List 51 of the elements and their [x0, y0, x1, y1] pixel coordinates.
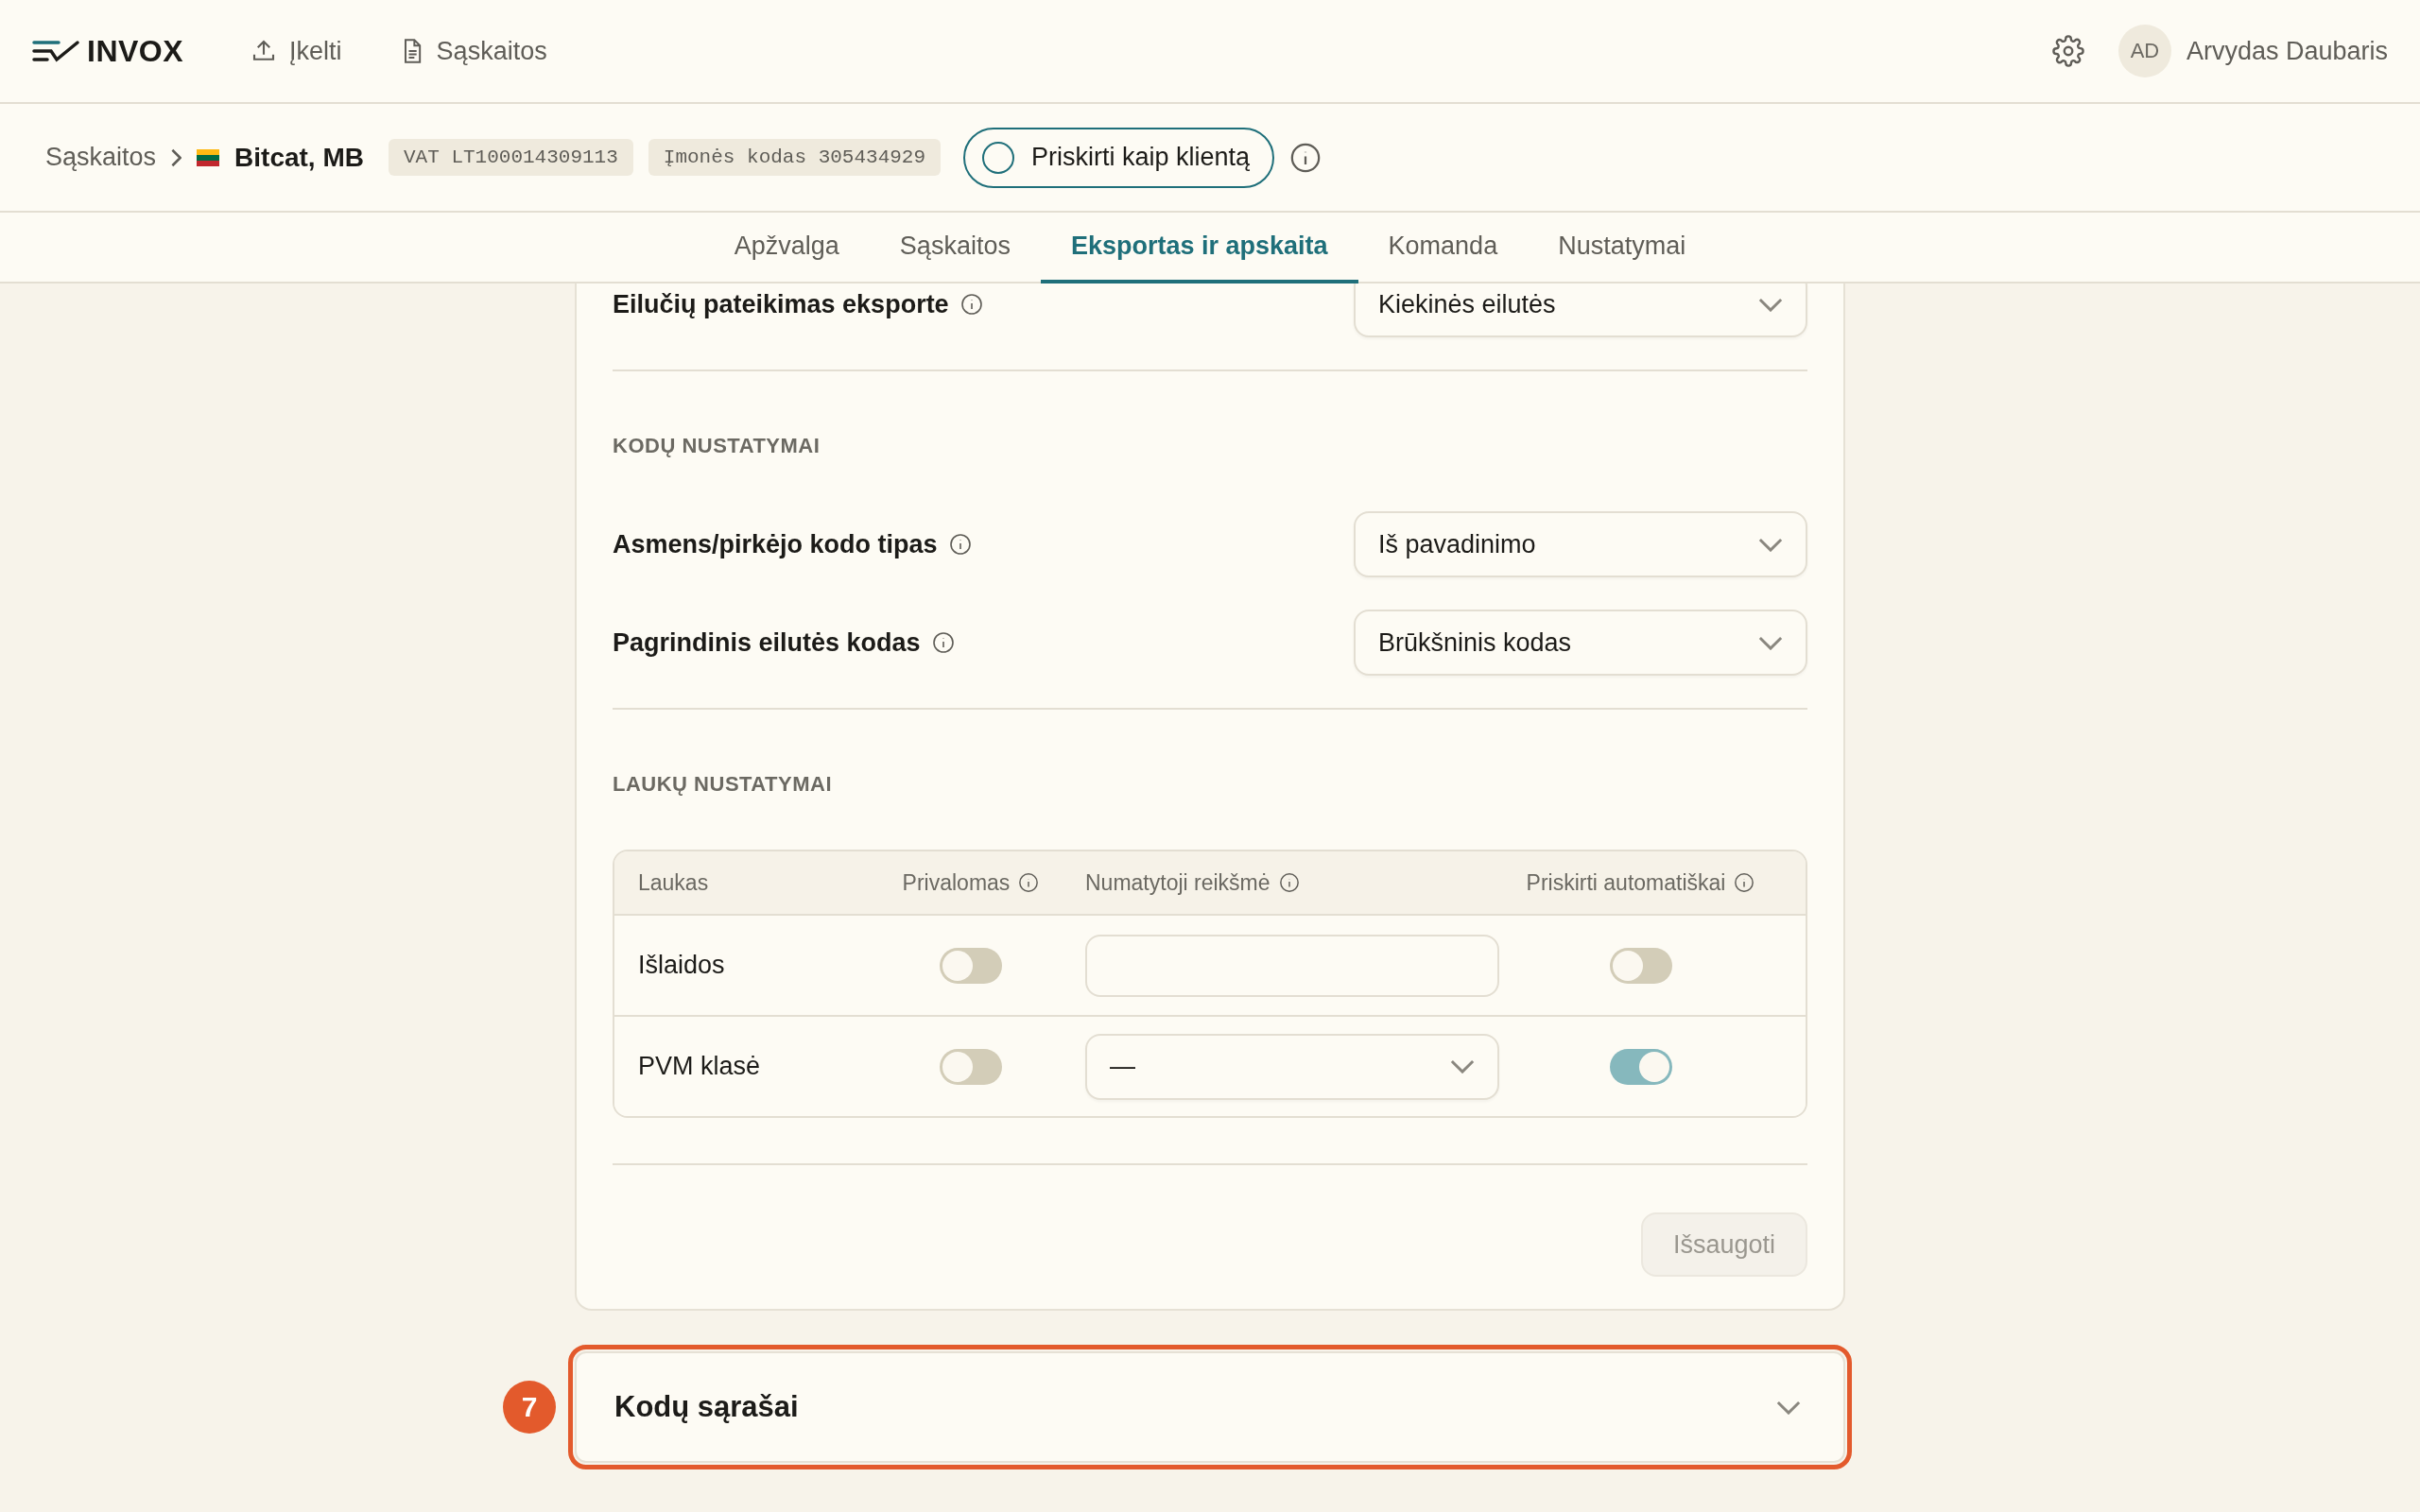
- toggle-switch[interactable]: [1609, 1048, 1672, 1085]
- chevron-icon: [1758, 635, 1783, 650]
- info-icon[interactable]: [948, 533, 972, 556]
- chevron-right-icon: [171, 147, 182, 167]
- company-tag: Įmonės kodas 305434929: [648, 139, 942, 176]
- column-header: Privalomas: [902, 869, 1011, 896]
- chevron-icon: [1758, 297, 1783, 312]
- tab[interactable]: Komanda: [1357, 213, 1529, 284]
- info-icon[interactable]: [931, 631, 955, 654]
- company-name: Bitcat, MB: [234, 142, 364, 173]
- info-icon[interactable]: [959, 293, 983, 316]
- info-icon[interactable]: [1289, 141, 1322, 174]
- tab[interactable]: Apžvalga: [703, 213, 870, 284]
- settings-button[interactable]: [2051, 35, 2084, 67]
- column-header: Laukas: [638, 869, 709, 896]
- setting-label: Eilučių pateikimas eksporte: [613, 289, 949, 319]
- step-badge: 7: [503, 1381, 556, 1434]
- flag-icon: [197, 148, 220, 166]
- column-header: Numatytoji reikšmė: [1085, 869, 1270, 896]
- section-heading: LAUKŲ NUSTATYMAI: [613, 772, 834, 797]
- section-heading: KODŲ NUSTATYMAI: [613, 434, 821, 458]
- info-icon[interactable]: [1018, 872, 1040, 893]
- breadcrumb-link[interactable]: Sąskaitos: [45, 143, 157, 172]
- column-header: Priskirti automatiškai: [1526, 869, 1726, 896]
- chevron-icon: [1776, 1400, 1801, 1415]
- tab[interactable]: Sąskaitos: [869, 213, 1041, 284]
- select-field[interactable]: Iš pavadinimo: [1354, 511, 1807, 577]
- assign-client-button[interactable]: Priskirti kaip klientą: [963, 127, 1275, 188]
- toggle-switch[interactable]: [1609, 947, 1672, 984]
- setting-label: Asmens/pirkėjo kodo tipas: [613, 529, 938, 559]
- user-name[interactable]: Arvydas Daubaris: [2186, 36, 2388, 66]
- nav-link[interactable]: Sąskaitos: [398, 36, 547, 66]
- info-icon[interactable]: [1278, 872, 1300, 893]
- toggle-switch[interactable]: [940, 1048, 1002, 1085]
- nav-link[interactable]: Įkelti: [250, 36, 342, 66]
- chevron-icon: [1450, 1059, 1475, 1074]
- tab[interactable]: Nustatymai: [1528, 213, 1717, 284]
- table-cell-text: PVM klasė: [638, 1052, 762, 1081]
- logo-icon: [32, 39, 81, 63]
- input-field[interactable]: [1085, 934, 1499, 997]
- table-cell-text: Išlaidos: [638, 951, 726, 980]
- company-tag: VAT LT100014309113: [388, 139, 633, 176]
- info-icon[interactable]: [1734, 872, 1755, 893]
- user-avatar[interactable]: AD: [2118, 25, 2171, 77]
- select-field[interactable]: —: [1085, 1033, 1499, 1100]
- select-field[interactable]: Kiekinės eilutės: [1354, 284, 1807, 337]
- chevron-icon: [1758, 537, 1783, 552]
- select-field[interactable]: Brūkšninis kodas: [1354, 610, 1807, 676]
- setting-label: Pagrindinis eilutės kodas: [613, 627, 921, 658]
- toggle-switch[interactable]: [940, 947, 1002, 984]
- logo[interactable]: INVOX: [32, 33, 184, 69]
